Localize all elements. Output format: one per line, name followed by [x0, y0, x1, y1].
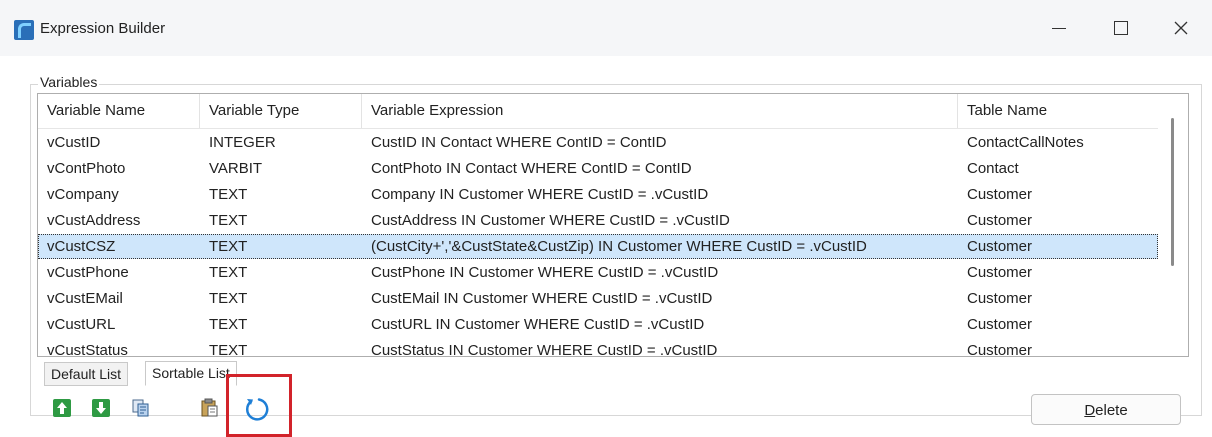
scrollbar-thumb[interactable] — [1171, 118, 1174, 266]
paste-icon — [201, 398, 218, 417]
title-bar: Expression Builder — [0, 0, 1212, 56]
table-row[interactable]: vCustEMail TEXT CustEMail IN Customer WH… — [38, 286, 1158, 311]
close-button[interactable] — [1158, 10, 1204, 46]
column-header-variable-name[interactable]: Variable Name — [38, 94, 200, 128]
column-header-variable-expression[interactable]: Variable Expression — [362, 94, 958, 128]
move-down-button[interactable] — [90, 397, 112, 419]
cell-variable-name: vCustAddress — [47, 212, 141, 229]
cell-variable-name: vCustCSZ — [47, 238, 116, 255]
maximize-button[interactable] — [1098, 10, 1144, 46]
delete-label: elete — [1095, 402, 1128, 419]
minimize-icon — [1052, 27, 1066, 29]
cell-variable-expression: CustEMail IN Customer WHERE CustID = .vC… — [371, 290, 713, 307]
paste-button[interactable] — [199, 397, 221, 419]
minimize-button[interactable] — [1036, 10, 1082, 46]
cell-variable-type: TEXT — [209, 290, 248, 307]
cell-variable-expression: CustURL IN Customer WHERE CustID = .vCus… — [371, 316, 705, 333]
maximize-icon — [1114, 21, 1128, 35]
table-row[interactable]: vCustPhone TEXT CustPhone IN Customer WH… — [38, 260, 1158, 285]
move-down-icon — [92, 399, 110, 417]
column-header-variable-type[interactable]: Variable Type — [200, 94, 362, 128]
cell-variable-name: vContPhoto — [47, 160, 126, 177]
table-row[interactable]: vCustStatus TEXT CustStatus IN Customer … — [38, 338, 1158, 357]
cell-variable-name: vCompany — [47, 186, 119, 203]
close-icon — [1174, 21, 1188, 35]
move-up-icon — [53, 399, 71, 417]
move-up-button[interactable] — [51, 397, 73, 419]
cell-table-name: Customer — [967, 186, 1033, 203]
cell-table-name: Customer — [967, 264, 1033, 281]
cell-variable-expression: CustPhone IN Customer WHERE CustID = .vC… — [371, 264, 719, 281]
cell-variable-type: TEXT — [209, 186, 248, 203]
tab-sortable-list[interactable]: Sortable List — [145, 361, 237, 386]
cell-variable-name: vCustURL — [47, 316, 116, 333]
table-row[interactable]: vCustAddress TEXT CustAddress IN Custome… — [38, 208, 1158, 233]
cell-variable-expression: CustStatus IN Customer WHERE CustID = .v… — [371, 342, 718, 357]
cell-table-name: ContactCallNotes — [967, 134, 1084, 151]
grid-header: Variable Name Variable Type Variable Exp… — [38, 94, 1158, 129]
cell-variable-type: TEXT — [209, 264, 248, 281]
cell-variable-type: TEXT — [209, 316, 248, 333]
cell-table-name: Customer — [967, 342, 1033, 357]
cell-table-name: Customer — [967, 316, 1033, 333]
cell-table-name: Customer — [967, 238, 1033, 255]
cell-variable-type: INTEGER — [209, 134, 276, 151]
cell-variable-name: vCustEMail — [47, 290, 123, 307]
table-row[interactable]: vCustID INTEGER CustID IN Contact WHERE … — [38, 130, 1158, 155]
cell-variable-name: vCustPhone — [47, 264, 129, 281]
highlight-box — [226, 374, 292, 437]
window-title: Expression Builder — [40, 20, 166, 37]
variables-group-label: Variables — [38, 74, 100, 90]
cell-variable-type: TEXT — [209, 212, 248, 229]
cell-variable-type: TEXT — [209, 238, 248, 255]
copy-button[interactable] — [130, 397, 152, 419]
tab-default-list[interactable]: Default List — [44, 362, 129, 386]
table-row[interactable]: vCustURL TEXT CustURL IN Customer WHERE … — [38, 312, 1158, 337]
cell-variable-expression: CustID IN Contact WHERE ContID = ContID — [371, 134, 667, 151]
table-row[interactable]: vCompany TEXT Company IN Customer WHERE … — [38, 182, 1158, 207]
copy-icon — [132, 399, 149, 417]
variables-grid[interactable]: Variable Name Variable Type Variable Exp… — [37, 93, 1189, 357]
cell-variable-expression: (CustCity+','&CustState&CustZip) IN Cust… — [371, 238, 867, 255]
cell-variable-name: vCustID — [47, 134, 101, 151]
cell-variable-name: vCustStatus — [47, 342, 128, 357]
cell-variable-expression: ContPhoto IN Contact WHERE ContID = Cont… — [371, 160, 692, 177]
cell-table-name: Customer — [967, 290, 1033, 307]
cell-variable-expression: CustAddress IN Customer WHERE CustID = .… — [371, 212, 730, 229]
cell-variable-type: VARBIT — [209, 160, 263, 177]
table-row-selected[interactable]: vCustCSZ TEXT (CustCity+','&CustState&Cu… — [38, 234, 1158, 259]
app-icon — [14, 20, 34, 40]
table-row[interactable]: vContPhoto VARBIT ContPhoto IN Contact W… — [38, 156, 1158, 181]
cell-table-name: Contact — [967, 160, 1019, 177]
cell-variable-expression: Company IN Customer WHERE CustID = .vCus… — [371, 186, 709, 203]
cell-variable-type: TEXT — [209, 342, 248, 357]
column-header-table-name[interactable]: Table Name — [958, 94, 1158, 128]
delete-accelerator: D — [1084, 402, 1096, 419]
delete-button[interactable]: Delete — [1031, 394, 1181, 425]
cell-table-name: Customer — [967, 212, 1033, 229]
